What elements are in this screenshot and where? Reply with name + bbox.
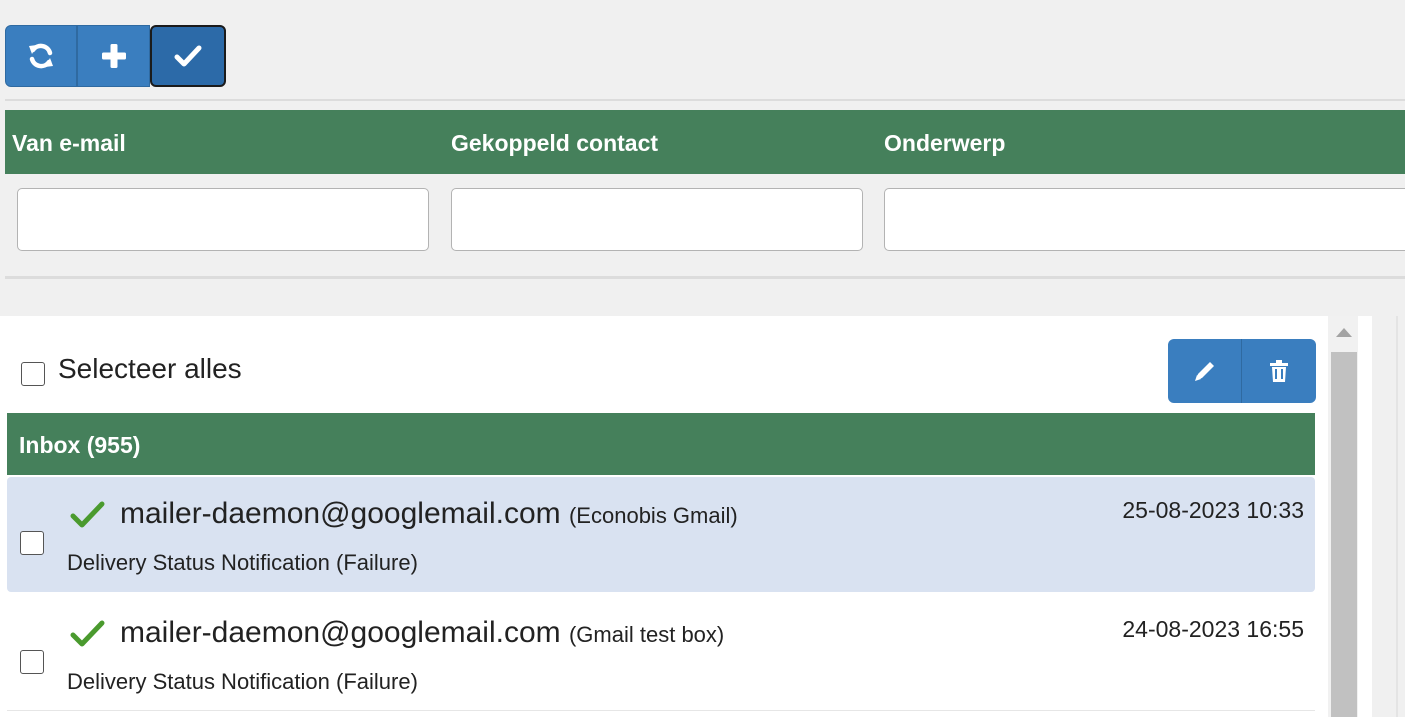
linked-contact-filter-input[interactable]: [451, 188, 863, 251]
from-email-filter-input[interactable]: [17, 188, 429, 251]
row-checkbox[interactable]: [20, 531, 44, 555]
scrollbar-thumb[interactable]: [1331, 352, 1357, 717]
column-from-email: Van e-mail: [12, 130, 126, 156]
edit-button[interactable]: [1168, 339, 1242, 403]
divider: [1396, 316, 1398, 717]
read-check-icon: [70, 620, 105, 647]
mail-row[interactable]: mailer-daemon@googlemail.com (Econobis G…: [7, 477, 1315, 592]
row-sender: mailer-daemon@googlemail.com: [120, 497, 561, 530]
select-all-label: Selecteer alles: [58, 353, 242, 384]
row-mailbox: (Econobis Gmail): [568, 503, 738, 528]
row-subject: Delivery Status Notification (Failure): [67, 669, 418, 694]
plus-icon: [101, 44, 126, 68]
add-button[interactable]: [77, 25, 150, 87]
column-subject: Onderwerp: [884, 130, 1006, 156]
list-actions: [1168, 339, 1316, 403]
delete-button[interactable]: [1242, 339, 1316, 403]
select-all-checkbox[interactable]: [21, 362, 45, 386]
row-checkbox[interactable]: [20, 650, 44, 674]
check-icon: [174, 45, 202, 67]
right-panel-edge: [1372, 316, 1405, 717]
row-from-line: mailer-daemon@googlemail.com (Econobis G…: [120, 497, 738, 531]
row-subject: Delivery Status Notification (Failure): [67, 550, 418, 575]
inbox-title: Inbox (955): [19, 432, 141, 458]
divider: [5, 99, 1405, 101]
divider: [5, 276, 1405, 279]
mail-row[interactable]: mailer-daemon@googlemail.com (Gmail test…: [7, 596, 1315, 711]
row-mailbox: (Gmail test box): [568, 622, 725, 647]
subject-filter-input[interactable]: [884, 188, 1405, 251]
refresh-button[interactable]: [5, 25, 77, 87]
row-date: 25-08-2023 10:33: [1122, 497, 1304, 523]
row-sender: mailer-daemon@googlemail.com: [120, 616, 561, 649]
list-scrollbar[interactable]: [1328, 316, 1358, 717]
scroll-up-arrow-icon[interactable]: [1336, 328, 1352, 337]
select-mode-button[interactable]: [150, 25, 226, 87]
read-check-icon: [70, 501, 105, 528]
refresh-icon: [29, 43, 53, 69]
row-from-line: mailer-daemon@googlemail.com (Gmail test…: [120, 616, 724, 650]
toolbar: [5, 25, 226, 87]
pencil-icon: [1194, 362, 1214, 381]
trash-icon: [1270, 360, 1288, 382]
column-linked-contact: Gekoppeld contact: [451, 130, 659, 156]
row-date: 24-08-2023 16:55: [1122, 616, 1304, 642]
filter-header: Van e-mail Gekoppeld contact Onderwerp: [5, 110, 1405, 174]
inbox-header: Inbox (955): [7, 413, 1315, 475]
